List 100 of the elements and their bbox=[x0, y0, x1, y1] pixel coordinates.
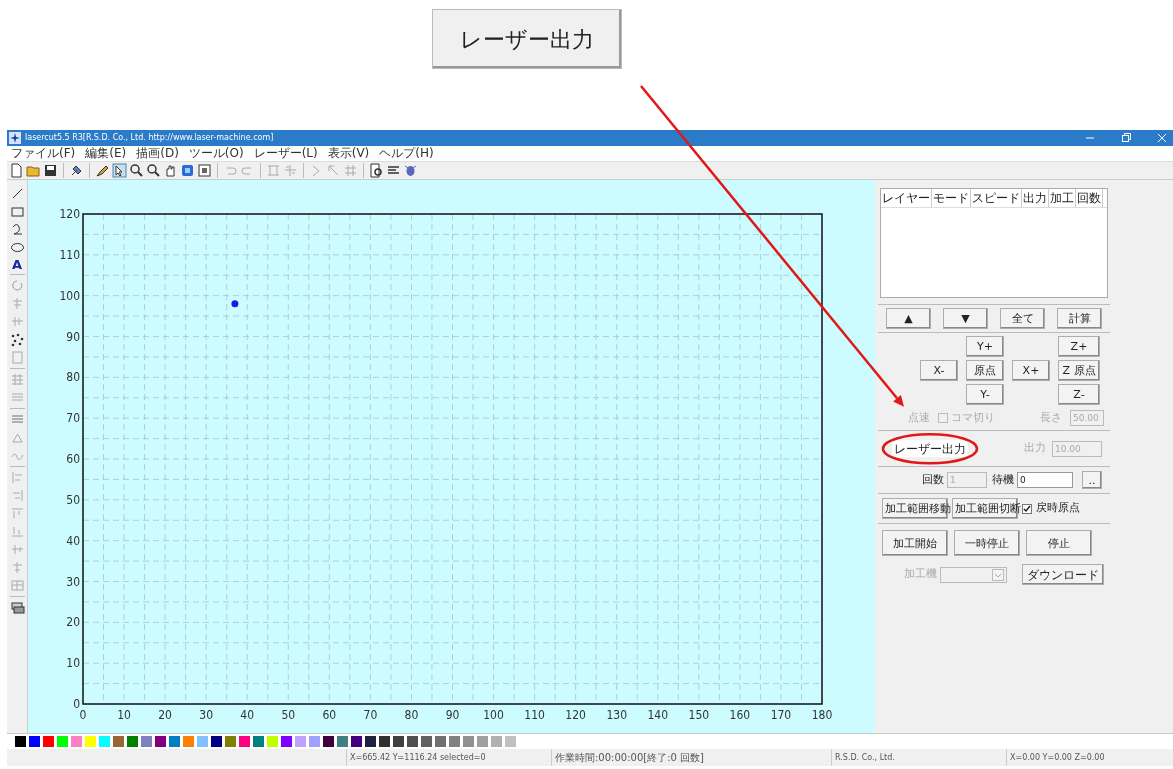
arrow-icon[interactable] bbox=[326, 162, 341, 178]
select-all-button[interactable]: 全て bbox=[1000, 307, 1045, 329]
axis-tick-label: 130 bbox=[606, 707, 628, 722]
move-down-button[interactable]: ▼ bbox=[943, 307, 988, 329]
new-file-icon[interactable] bbox=[9, 162, 24, 178]
browse-button[interactable]: .. bbox=[1082, 471, 1102, 490]
color-swatch[interactable] bbox=[71, 735, 82, 747]
color-swatch[interactable] bbox=[29, 735, 40, 747]
color-swatch[interactable] bbox=[449, 735, 460, 747]
laser-output-button[interactable]: レーザー出力 bbox=[892, 440, 968, 458]
jog-button[interactable]: Z- bbox=[1058, 383, 1100, 405]
color-swatch[interactable] bbox=[365, 735, 376, 747]
color-swatch[interactable] bbox=[183, 735, 194, 747]
stop-button[interactable]: 停止 bbox=[1026, 530, 1092, 557]
color-swatch[interactable] bbox=[15, 735, 26, 747]
field-label: 点速 bbox=[908, 409, 930, 426]
menu-item[interactable]: 表示(V) bbox=[327, 147, 370, 160]
color-swatch[interactable] bbox=[421, 735, 432, 747]
color-swatch[interactable] bbox=[155, 735, 166, 747]
color-swatch[interactable] bbox=[351, 735, 362, 747]
layer-list[interactable]: レイヤー モード スピード 出力 加工 回数 bbox=[880, 187, 1108, 298]
axis-tick-label: 110 bbox=[524, 707, 545, 722]
menu-item[interactable]: レーザー(L) bbox=[253, 147, 318, 160]
laser-output-button[interactable]: レーザー出力 bbox=[431, 9, 622, 69]
color-swatch[interactable] bbox=[407, 735, 418, 747]
rotate-icon[interactable] bbox=[9, 277, 25, 293]
wait-field[interactable]: 0 bbox=[1017, 472, 1073, 489]
color-swatch[interactable] bbox=[435, 735, 446, 747]
column-header[interactable]: 出力 bbox=[1022, 188, 1049, 207]
axis-tick-label: 50 bbox=[281, 707, 296, 722]
color-swatch[interactable] bbox=[43, 735, 54, 747]
color-swatch[interactable] bbox=[127, 735, 138, 747]
checkbox-label: コマ切り bbox=[951, 409, 995, 426]
select-icon[interactable] bbox=[112, 162, 127, 178]
color-swatch[interactable] bbox=[141, 735, 152, 747]
color-swatch[interactable] bbox=[99, 735, 110, 747]
column-header[interactable]: スピード bbox=[971, 188, 1022, 207]
color-swatch[interactable] bbox=[393, 735, 404, 747]
zoom-icon[interactable] bbox=[146, 162, 161, 178]
menu-item[interactable]: ファイル(F) bbox=[11, 147, 76, 160]
zoom-icon[interactable] bbox=[129, 162, 144, 178]
checkbox[interactable] bbox=[1022, 503, 1032, 514]
column-header[interactable]: 加工 bbox=[1049, 188, 1076, 207]
text-tool[interactable]: A bbox=[11, 257, 23, 271]
pause-button[interactable]: 一時停止 bbox=[954, 530, 1020, 557]
jog-button[interactable]: X+ bbox=[1012, 359, 1050, 381]
menu-item[interactable]: 編集(E) bbox=[85, 147, 127, 160]
start-button[interactable]: 加工開始 bbox=[882, 530, 948, 557]
color-swatch[interactable] bbox=[505, 735, 516, 747]
preview-icon[interactable] bbox=[369, 162, 384, 178]
color-swatch[interactable] bbox=[337, 735, 348, 747]
axis-tick-label: 0 bbox=[73, 696, 80, 711]
jog-button[interactable]: X- bbox=[920, 359, 958, 381]
column-header[interactable]: 回数 bbox=[1076, 188, 1103, 207]
color-swatch[interactable] bbox=[491, 735, 502, 747]
hand-icon[interactable] bbox=[163, 162, 178, 178]
square-icon[interactable] bbox=[180, 162, 195, 178]
color-swatch[interactable] bbox=[239, 735, 250, 747]
frame-icon[interactable] bbox=[197, 162, 212, 178]
dots-icon[interactable] bbox=[9, 331, 25, 347]
save-icon[interactable] bbox=[43, 162, 58, 178]
color-swatch[interactable] bbox=[267, 735, 278, 747]
color-swatch[interactable] bbox=[225, 735, 236, 747]
jog-button[interactable]: Z 原点 bbox=[1058, 359, 1100, 381]
calculate-button[interactable]: 計算 bbox=[1057, 307, 1102, 329]
color-swatch[interactable] bbox=[323, 735, 334, 747]
color-swatch[interactable] bbox=[295, 735, 306, 747]
color-swatch[interactable] bbox=[113, 735, 124, 747]
axis-tick-label: 70 bbox=[363, 707, 378, 722]
jog-button[interactable]: Y+ bbox=[966, 335, 1004, 357]
axis-tick-label: 60 bbox=[66, 451, 80, 466]
jog-button[interactable]: Z+ bbox=[1058, 335, 1100, 357]
color-swatch[interactable] bbox=[197, 735, 208, 747]
status-text: R.S.D. Co., Ltd. bbox=[831, 749, 1006, 766]
jog-button[interactable]: Y- bbox=[966, 383, 1004, 405]
axis-tick-label: 150 bbox=[688, 707, 710, 722]
maximize-icon[interactable] bbox=[1121, 133, 1131, 144]
close-icon[interactable] bbox=[1157, 133, 1167, 144]
axis-tick-label: 40 bbox=[240, 707, 255, 722]
move-up-button[interactable]: ▲ bbox=[886, 307, 931, 329]
color-swatch[interactable] bbox=[379, 735, 390, 747]
menu-item[interactable]: ヘルプ(H) bbox=[379, 147, 434, 160]
menu-item[interactable]: 描画(D) bbox=[136, 147, 179, 160]
color-swatch[interactable] bbox=[211, 735, 222, 747]
field-label: 回数 bbox=[922, 472, 944, 488]
color-swatch[interactable] bbox=[309, 735, 320, 747]
color-swatch[interactable] bbox=[253, 735, 264, 747]
status-text: X=0.00 Y=0.00 Z=0.00 bbox=[1006, 749, 1169, 766]
layers-icon[interactable] bbox=[9, 599, 25, 615]
color-swatch[interactable] bbox=[85, 735, 96, 747]
color-swatch[interactable] bbox=[281, 735, 292, 747]
window-title: lasercut5.5 R3[R.S.D. Co., Ltd. http://www.laser-machine.com] bbox=[25, 132, 274, 145]
color-swatch[interactable] bbox=[463, 735, 474, 747]
color-swatch[interactable] bbox=[477, 735, 488, 747]
jog-button[interactable]: 原点 bbox=[966, 359, 1004, 381]
column-header[interactable]: レイヤー bbox=[881, 188, 932, 207]
color-swatch[interactable] bbox=[57, 735, 68, 747]
column-header[interactable]: モード bbox=[932, 188, 971, 207]
menu-item[interactable]: ツール(O) bbox=[188, 147, 244, 160]
color-swatch[interactable] bbox=[169, 735, 180, 747]
